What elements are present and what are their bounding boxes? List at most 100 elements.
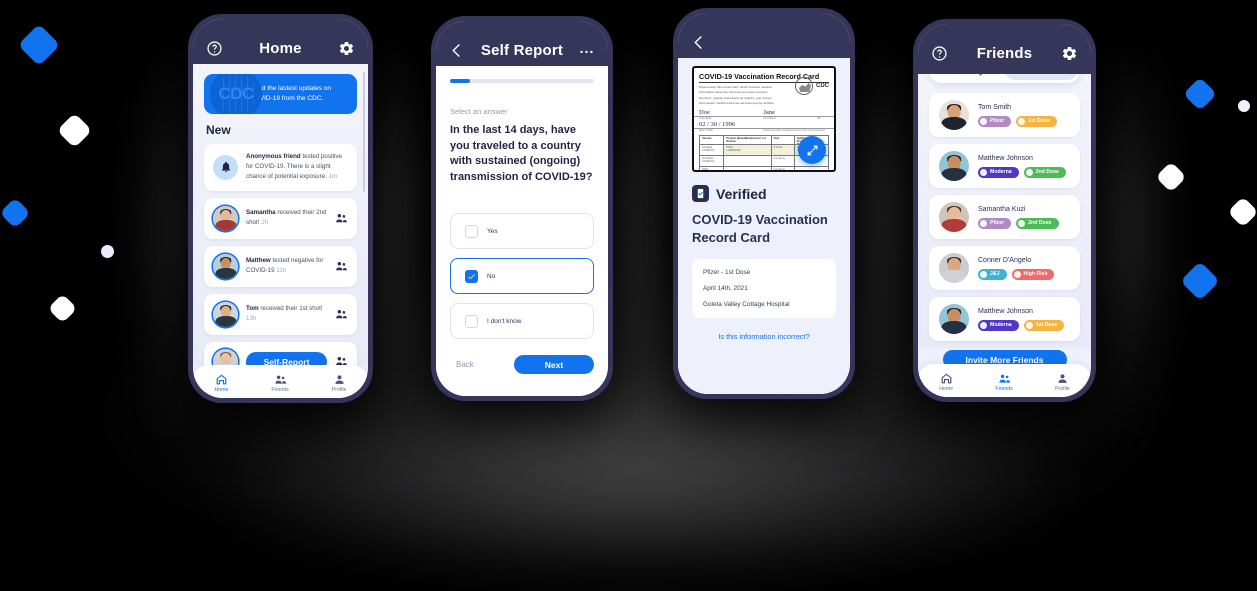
option-yes[interactable]: Yes — [450, 213, 594, 250]
cdc-logo: CDC — [210, 74, 262, 114]
friends-body: Activity Friends List Tom Smith Pfizer 1… — [918, 74, 1091, 364]
option-dont-know[interactable]: I don't know — [450, 303, 594, 340]
checkbox-checked[interactable] — [465, 269, 478, 283]
feed-actor: Tom — [246, 304, 259, 312]
checkbox[interactable] — [465, 314, 478, 328]
table-cell: Other — [700, 167, 723, 170]
feed-actor: Samantha — [246, 208, 276, 216]
checkbox[interactable] — [465, 224, 478, 238]
feed-item-anonymous[interactable]: Anonymous friend tested positive for COV… — [204, 144, 357, 191]
back-chevron-icon[interactable] — [691, 34, 708, 51]
tab-profile[interactable]: Profile — [1055, 372, 1070, 392]
smoke-haze-7 — [200, 380, 1080, 580]
back-button[interactable]: Back — [450, 356, 480, 373]
avatar — [213, 301, 238, 327]
group-icon[interactable] — [335, 308, 348, 321]
table-cell — [724, 167, 770, 170]
phone-notch — [482, 21, 562, 38]
page-root: Home CDC Read the lastest updates on COV… — [0, 0, 1257, 591]
phone-friends: Friends Activity Friends List — [913, 19, 1096, 402]
expand-icon[interactable] — [798, 136, 826, 164]
friend-row-3[interactable]: Conner D'Angelo J&J High Risk — [929, 246, 1080, 290]
page-title: Friends — [976, 44, 1033, 62]
friend-row-1[interactable]: Matthew Johnson Moderna 2nd Dose — [929, 144, 1080, 188]
option-no[interactable]: No — [450, 258, 594, 295]
select-answer-label: Select an answer — [450, 107, 508, 116]
friend-row-4[interactable]: Matthew Johnson Moderna 1st Dose — [929, 297, 1080, 341]
group-icon[interactable] — [335, 260, 348, 273]
friend-row-0[interactable]: Tom Smith Pfizer 1st Dose — [929, 93, 1080, 137]
friend-name: Samantha Kuzi — [978, 205, 1026, 213]
friends-icon — [998, 374, 1010, 383]
gear-icon[interactable] — [338, 40, 355, 57]
section-title-new: New — [206, 123, 231, 137]
table-cell — [795, 167, 828, 170]
dose-pill: 2nd Dose — [1016, 217, 1059, 229]
tab-home[interactable]: Home — [215, 373, 228, 393]
card-image-subtext-en: Please keep this record card, which incl… — [699, 85, 772, 94]
table-cell: Pfizer Lot#EN0161 — [724, 144, 771, 156]
info-incorrect-link[interactable]: Is this information incorrect? — [692, 332, 836, 341]
feed-text: Matthew tested negative for COVID-19 11h — [246, 256, 327, 276]
first-name-value: Jane — [763, 108, 775, 116]
diamond-6 — [1235, 97, 1253, 115]
diamond-9 — [1180, 261, 1220, 301]
risk-pill: High Risk — [1011, 268, 1055, 280]
diamond-0 — [17, 23, 61, 67]
tab-home[interactable]: Home — [939, 372, 953, 392]
table-header: Product Name/Manufacturer Lot Number — [724, 136, 771, 145]
phone-notch — [724, 13, 804, 30]
record-title: COVID-19 Vaccination Record Card — [692, 212, 828, 245]
pill-label: Pfizer — [990, 220, 1005, 226]
vaccination-card-image[interactable]: COVID-19 Vaccination Record Card Please … — [692, 66, 836, 172]
pill-label: 1st Dose — [1035, 322, 1058, 328]
cdc-logo-text: CDC — [218, 84, 254, 103]
tab-friends[interactable]: Friends — [995, 372, 1013, 392]
info-line-vaccine: Pfizer - 1st Dose — [703, 268, 751, 276]
info-line-site: Goleta Valley Cottage Hospital — [703, 300, 790, 308]
self-report-button[interactable]: Self-Report — [246, 351, 327, 365]
table-cell — [724, 156, 771, 167]
table-cell: 4.14.21 — [771, 144, 794, 156]
invite-more-friends-button[interactable]: Invite More Friends — [942, 350, 1067, 364]
back-chevron-icon[interactable] — [449, 42, 466, 59]
tab-profile[interactable]: Profile — [332, 373, 346, 393]
friend-name: Conner D'Angelo — [978, 256, 1032, 264]
lot-value: Lot#EN0161 — [726, 148, 741, 152]
friends-segmented-control: Activity Friends List — [929, 74, 1080, 83]
feed-item-samantha[interactable]: Samantha received their 2nd shot! 2h — [204, 197, 357, 239]
cdc-seal-text: CDC — [816, 83, 829, 89]
dose-pill: 1st Dose — [1016, 115, 1057, 127]
help-circle-icon[interactable] — [206, 40, 223, 57]
group-icon[interactable] — [335, 212, 348, 225]
gear-icon[interactable] — [1061, 45, 1078, 62]
feed-item-tom[interactable]: Tom received their 1st shot! 13h — [204, 293, 357, 335]
diamond-7 — [1155, 161, 1187, 193]
more-dots-icon[interactable] — [578, 42, 595, 59]
record-info-box: Pfizer - 1st Dose April 14th, 2021 Golet… — [692, 258, 836, 318]
table-header: Vaccine — [700, 136, 724, 145]
friend-row-2[interactable]: Samantha Kuzi Pfizer 2nd Dose — [929, 195, 1080, 239]
next-button[interactable]: Next — [514, 355, 594, 374]
avatar — [213, 205, 238, 231]
segment-activity[interactable]: Activity — [932, 74, 1005, 80]
progress-bar — [450, 79, 594, 83]
scrollbar[interactable] — [363, 72, 365, 192]
friend-name: Matthew Johnson — [978, 154, 1033, 162]
feed-time: 2h — [261, 219, 269, 227]
tab-label: Home — [939, 385, 954, 392]
segment-friends-list[interactable]: Friends List — [1004, 74, 1077, 80]
pill-label: 2nd Dose — [1035, 169, 1059, 175]
vaccine-pill: Pfizer — [978, 217, 1012, 229]
friend-name: Tom Smith — [978, 103, 1012, 111]
check-icon — [468, 274, 475, 280]
dose-pill: 2nd Dose — [1023, 166, 1066, 178]
home-scroll-area[interactable]: CDC Read the lastest updates on COVID-19… — [193, 64, 368, 365]
cdc-banner[interactable]: CDC Read the lastest updates on COVID-19… — [204, 74, 357, 114]
help-circle-icon[interactable] — [931, 45, 948, 62]
table-cell: 2nd Dose COVID-19 — [700, 156, 724, 167]
feed-item-matthew[interactable]: Matthew tested negative for COVID-19 11h — [204, 245, 357, 287]
tab-friends[interactable]: Friends — [271, 373, 289, 393]
group-icon[interactable] — [335, 355, 348, 365]
table-cell: mm dd yy — [771, 156, 794, 167]
